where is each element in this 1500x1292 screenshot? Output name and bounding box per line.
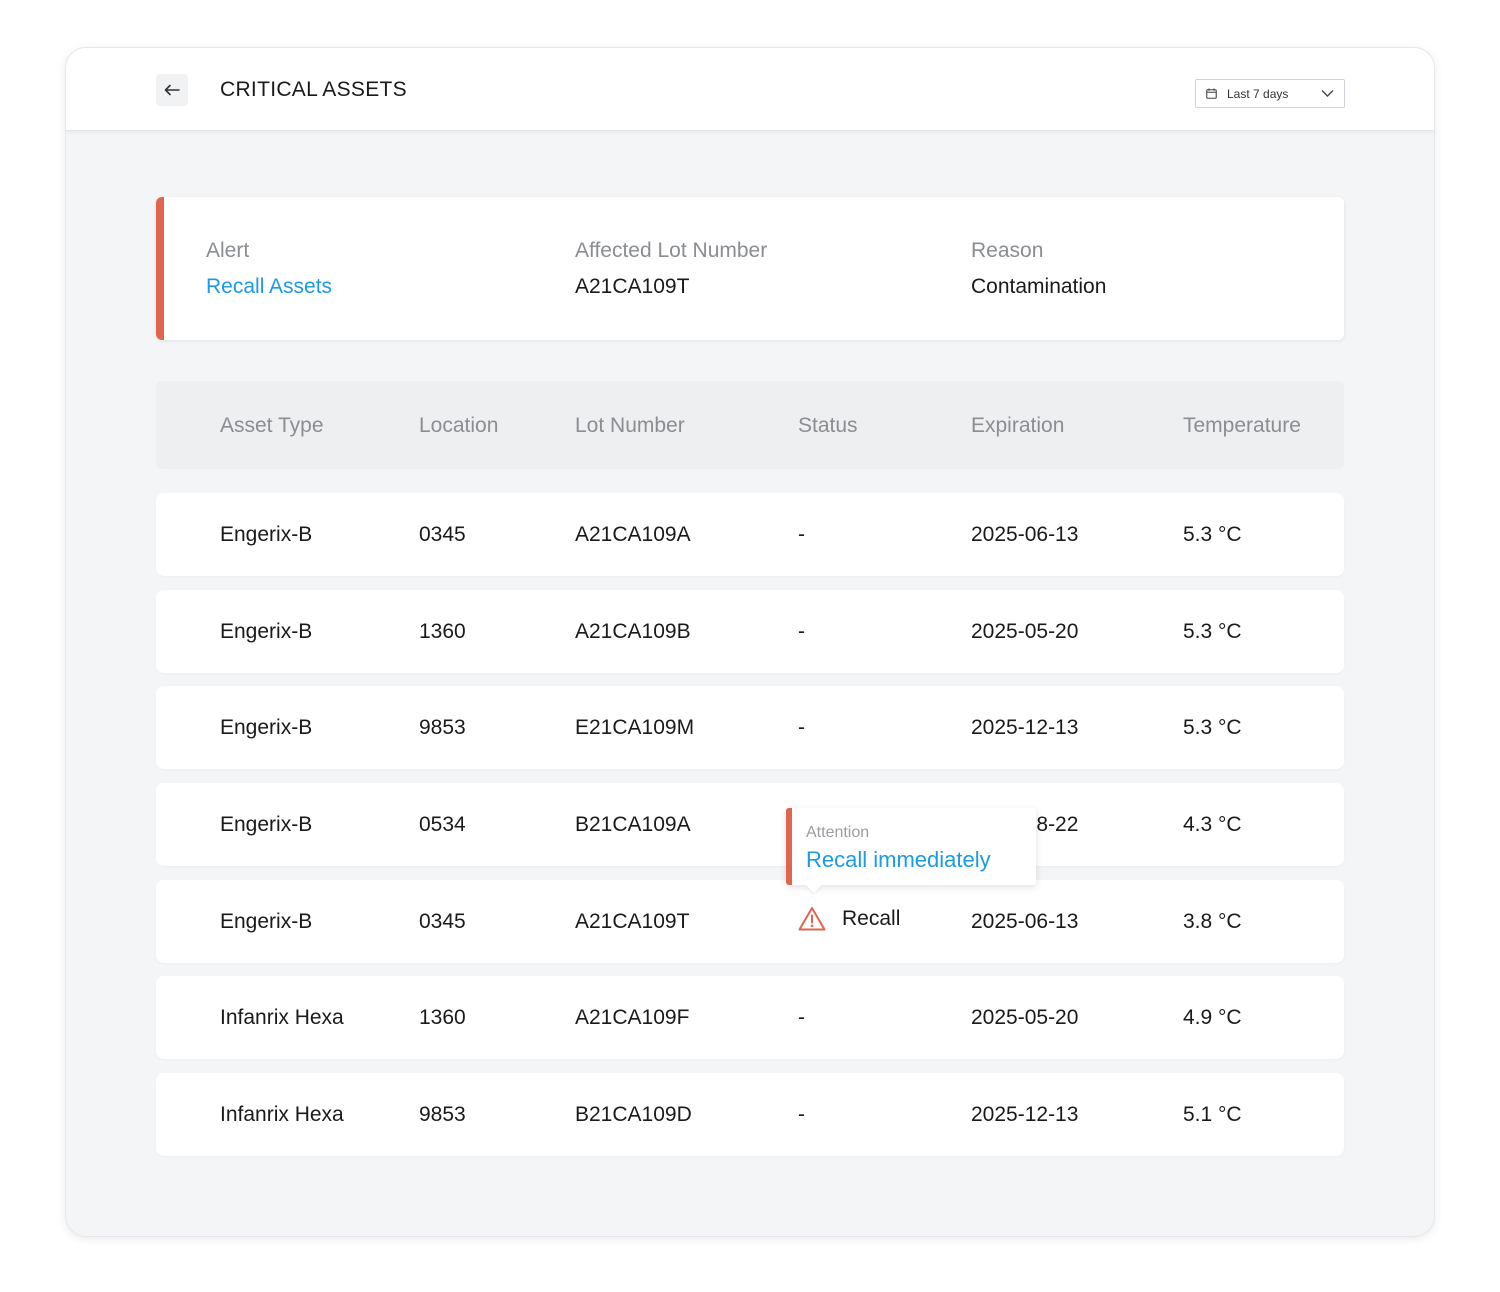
- cell-expiration: 2025-12-13: [971, 1103, 1079, 1126]
- cell-lot-number: A21CA109T: [575, 910, 690, 933]
- cell-status: -: [798, 716, 805, 739]
- cell-temperature: 5.3 °C: [1183, 716, 1242, 739]
- affected-lot-label: Affected Lot Number: [575, 239, 768, 262]
- cell-expiration: 2025-05-20: [971, 1006, 1079, 1029]
- reason-label: Reason: [971, 239, 1044, 262]
- cell-location: 1360: [419, 1006, 466, 1029]
- back-button[interactable]: [156, 74, 188, 106]
- cell-asset-type: Engerix-B: [220, 523, 313, 546]
- cell-location: 0345: [419, 523, 466, 546]
- cell-temperature: 3.8 °C: [1183, 910, 1242, 933]
- cell-status: -: [798, 1006, 805, 1029]
- cell-status: -: [798, 1103, 805, 1126]
- cell-location: 0534: [419, 813, 466, 836]
- date-range-label: Last 7 days: [1227, 86, 1289, 101]
- cell-temperature: 4.3 °C: [1183, 813, 1242, 836]
- cell-asset-type: Engerix-B: [220, 620, 313, 643]
- cell-status: -: [798, 620, 805, 643]
- cell-asset-type: Engerix-B: [220, 813, 313, 836]
- cell-location: 9853: [419, 716, 466, 739]
- critical-assets-window: CRITICAL ASSETS Last 7 days Alert Recall…: [66, 48, 1434, 1236]
- cell-status[interactable]: Recall: [798, 906, 900, 931]
- page-header: CRITICAL ASSETS Last 7 days: [66, 48, 1434, 131]
- recall-tooltip: Attention Recall immediately: [786, 808, 1036, 893]
- table-row[interactable]: Engerix-B 0345 A21CA109A - 2025-06-13 5.…: [156, 493, 1344, 576]
- cell-temperature: 5.3 °C: [1183, 523, 1242, 546]
- table-row[interactable]: Engerix-B 0345 A21CA109T Recall 2025-06-…: [156, 880, 1344, 963]
- table-row[interactable]: Engerix-B 1360 A21CA109B - 2025-05-20 5.…: [156, 590, 1344, 673]
- cell-lot-number: B21CA109A: [575, 813, 691, 836]
- cell-asset-type: Infanrix Hexa: [220, 1103, 344, 1126]
- table-row[interactable]: Engerix-B 0534 B21CA109A 2025-08-22 4.3 …: [156, 783, 1344, 866]
- cell-lot-number: A21CA109A: [575, 523, 691, 546]
- cell-expiration: 2025-06-13: [971, 910, 1079, 933]
- cell-location: 1360: [419, 620, 466, 643]
- cell-asset-type: Engerix-B: [220, 910, 313, 933]
- cell-expiration: 2025-05-20: [971, 620, 1079, 643]
- table-row[interactable]: Infanrix Hexa 1360 A21CA109F - 2025-05-2…: [156, 976, 1344, 1059]
- cell-temperature: 5.1 °C: [1183, 1103, 1242, 1126]
- date-range-select[interactable]: Last 7 days: [1195, 79, 1345, 108]
- status-recall-label: Recall: [842, 906, 901, 930]
- tooltip-arrow: [806, 885, 822, 893]
- table-header: Asset Type Location Lot Number Status Ex…: [156, 381, 1344, 469]
- column-header-lot-number[interactable]: Lot Number: [575, 414, 685, 438]
- table-row[interactable]: Infanrix Hexa 9853 B21CA109D - 2025-12-1…: [156, 1073, 1344, 1156]
- cell-location: 9853: [419, 1103, 466, 1126]
- cell-lot-number: E21CA109M: [575, 716, 695, 739]
- cell-status: -: [798, 523, 805, 546]
- affected-lot: Affected Lot Number A21CA109T: [575, 239, 767, 299]
- cell-temperature: 4.9 °C: [1183, 1006, 1242, 1029]
- column-header-temperature[interactable]: Temperature: [1183, 414, 1301, 438]
- alert-label: Alert: [206, 239, 250, 262]
- tooltip-label: Attention: [806, 824, 870, 841]
- table-row[interactable]: Engerix-B 9853 E21CA109M - 2025-12-13 5.…: [156, 686, 1344, 769]
- arrow-left-icon: [164, 84, 180, 96]
- cell-location: 0345: [419, 910, 466, 933]
- recall-alert-card: Alert Recall Assets Affected Lot Number …: [156, 197, 1344, 340]
- cell-temperature: 5.3 °C: [1183, 620, 1242, 643]
- affected-lot-value: A21CA109T: [575, 275, 690, 298]
- chevron-down-icon: [1321, 88, 1334, 98]
- cell-expiration: 2025-12-13: [971, 716, 1079, 739]
- column-header-location[interactable]: Location: [419, 414, 498, 438]
- column-header-asset-type[interactable]: Asset Type: [220, 414, 324, 438]
- cell-expiration: 2025-06-13: [971, 523, 1079, 546]
- cell-lot-number: A21CA109F: [575, 1006, 690, 1029]
- cell-lot-number: A21CA109B: [575, 620, 691, 643]
- cell-asset-type: Infanrix Hexa: [220, 1006, 344, 1029]
- warning-triangle-icon: [798, 906, 826, 931]
- alert-reason: Reason Contamination: [971, 239, 1106, 299]
- tooltip-message: Recall immediately: [806, 847, 991, 872]
- recall-assets-link[interactable]: Recall Assets: [206, 275, 332, 299]
- cell-lot-number: B21CA109D: [575, 1103, 692, 1126]
- cell-asset-type: Engerix-B: [220, 716, 313, 739]
- alert-type: Alert Recall Assets: [206, 239, 332, 299]
- reason-value: Contamination: [971, 275, 1107, 298]
- column-header-status[interactable]: Status: [798, 414, 858, 438]
- column-header-expiration[interactable]: Expiration: [971, 414, 1064, 438]
- calendar-icon: [1206, 88, 1217, 99]
- page-title: CRITICAL ASSETS: [220, 78, 407, 101]
